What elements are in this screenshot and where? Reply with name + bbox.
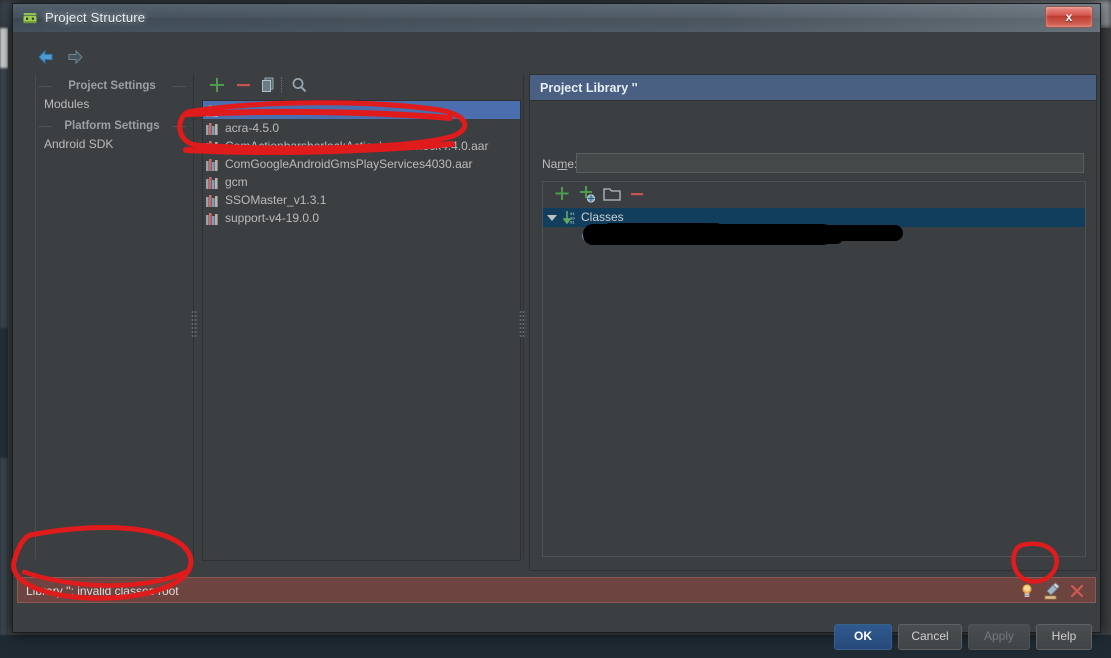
project-structure-dialog: Project Structure x Project Settings Mod…: [12, 3, 1101, 633]
copy-library-button[interactable]: [258, 74, 280, 96]
search-icon[interactable]: [288, 74, 310, 96]
name-label: Name:: [542, 157, 577, 171]
detail-panel-header: Project Library '': [530, 75, 1096, 101]
library-list-item-label: acra-4.5.0: [225, 121, 279, 135]
library-list-item-label: ComActionbarsherlockActionbarsherlock4.4…: [225, 139, 488, 153]
library-icon: [206, 104, 219, 116]
window-close-button[interactable]: x: [1045, 6, 1093, 28]
library-detail-panel: Project Library '' Name:: [529, 74, 1097, 571]
dialog-buttons: OK Cancel Apply Help: [13, 624, 1100, 658]
error-message: Library '': invalid classes root: [26, 578, 179, 604]
redacted-path-block-4: [733, 231, 843, 244]
library-icon: [206, 140, 219, 152]
library-list-item-label: '': [225, 106, 228, 116]
library-list-item[interactable]: support-v4-19.0.0: [203, 209, 520, 227]
library-icon: [206, 158, 219, 170]
add-url-root-button[interactable]: [576, 184, 598, 204]
name-label-mnemonic: m: [557, 157, 567, 171]
add-library-button[interactable]: [206, 74, 228, 96]
lightbulb-icon[interactable]: [1017, 581, 1037, 601]
chevron-down-icon[interactable]: [547, 215, 557, 225]
library-icon: [206, 122, 219, 134]
roots-tree[interactable]: 01 10 01 Classes: [543, 208, 1085, 246]
splitter-handle-left[interactable]: [191, 310, 198, 338]
arrow-right-icon[interactable]: [64, 46, 86, 68]
group-header-platform-settings: Platform Settings: [36, 117, 188, 135]
library-list-item[interactable]: '': [203, 101, 520, 119]
ok-button[interactable]: OK: [834, 624, 892, 650]
library-icon: [206, 176, 219, 188]
folder-icon[interactable]: [601, 184, 623, 204]
help-button[interactable]: Help: [1036, 624, 1092, 650]
libraries-list[interactable]: '' acra-4.5.0 ComActionbarsherlockActionba…: [202, 100, 521, 561]
navigation-bar: [35, 46, 185, 72]
android-icon: [21, 9, 39, 27]
arrow-left-icon[interactable]: [35, 46, 57, 68]
add-root-button[interactable]: [551, 184, 573, 204]
library-roots-box: 01 10 01 Classes: [542, 181, 1086, 557]
library-list-item-label: support-v4-19.0.0: [225, 211, 319, 225]
sidebar-item-modules[interactable]: Modules: [36, 95, 188, 114]
libraries-toolbar: [201, 74, 521, 98]
splitter-handle-right[interactable]: [519, 310, 526, 338]
library-list-item-label: ComGoogleAndroidGmsPlayServices4030.aar: [225, 157, 472, 171]
quickfix-icon[interactable]: [1042, 581, 1062, 601]
remove-library-button[interactable]: [232, 74, 254, 96]
library-list-item[interactable]: gcm: [203, 173, 520, 191]
dialog-content: Project Settings Modules Platform Settin…: [13, 32, 1100, 632]
roots-toolbar: [543, 182, 1085, 206]
library-list-item[interactable]: SSOMaster_v1.3.1: [203, 191, 520, 209]
close-x-icon[interactable]: [1067, 581, 1087, 601]
library-icon: [206, 194, 219, 206]
error-banner: Library '': invalid classes root: [17, 577, 1096, 603]
backdrop-left-edge: [0, 28, 8, 635]
name-input[interactable]: [576, 153, 1084, 173]
remove-root-button[interactable]: [626, 184, 648, 204]
group-header-project-settings: Project Settings: [36, 77, 188, 95]
toolbar-separator: [281, 77, 283, 93]
dialog-title: Project Structure: [45, 10, 145, 25]
apply-button: Apply: [968, 624, 1030, 650]
library-list-item-label: gcm: [225, 175, 248, 189]
library-list-item[interactable]: acra-4.5.0: [203, 119, 520, 137]
cancel-button[interactable]: Cancel: [898, 624, 962, 650]
library-list-item-label: SSOMaster_v1.3.1: [225, 193, 326, 207]
sidebar-item-android-sdk[interactable]: Android SDK: [36, 135, 188, 154]
library-icon: [206, 212, 219, 224]
svg-text:01: 01: [570, 222, 575, 225]
dialog-titlebar[interactable]: Project Structure x: [13, 4, 1100, 33]
library-list-item[interactable]: ComGoogleAndroidGmsPlayServices4030.aar: [203, 155, 520, 173]
settings-tree: Project Settings Modules Platform Settin…: [35, 74, 188, 559]
name-label-pre: Na: [542, 157, 557, 171]
titlebar-glass: [13, 4, 1100, 32]
redacted-path-block-3: [603, 223, 723, 237]
library-list-item[interactable]: ComActionbarsherlockActionbarsherlock4.4…: [203, 137, 520, 155]
tree-node-redacted-root[interactable]: ?: [543, 227, 1085, 246]
